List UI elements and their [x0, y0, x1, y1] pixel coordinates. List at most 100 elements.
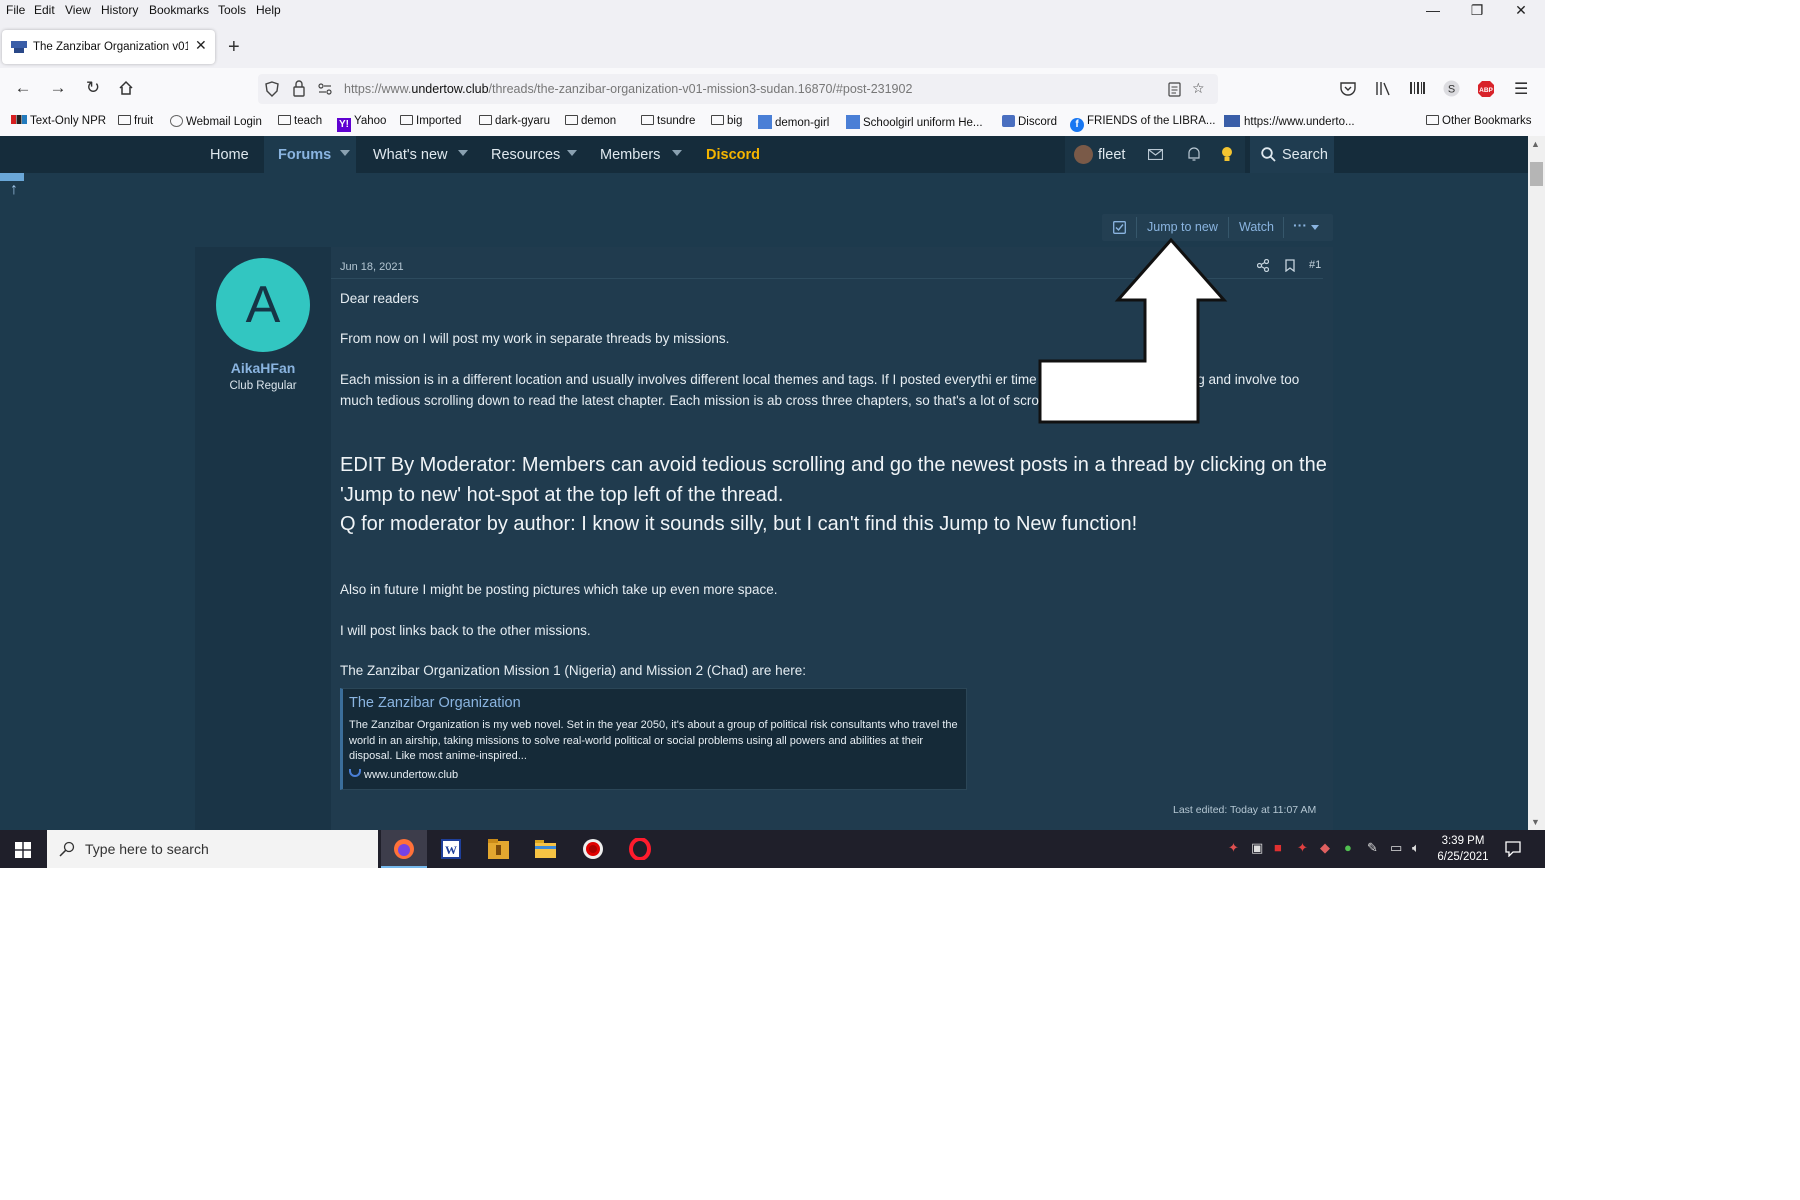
url-bar[interactable]: https://www.undertow.club/threads/the-za…: [258, 74, 1218, 104]
menu-file[interactable]: File: [6, 3, 25, 17]
post-username[interactable]: AikaHFan: [195, 360, 331, 376]
permissions-icon[interactable]: [318, 83, 332, 95]
forums-dropdown-caret[interactable]: [340, 150, 350, 156]
bookmark-star-icon[interactable]: ☆: [1192, 80, 1205, 97]
tab-close-icon[interactable]: ✕: [195, 37, 207, 54]
nav-whats-new[interactable]: What's new: [373, 147, 448, 163]
back-icon[interactable]: ←: [12, 78, 34, 98]
members-dropdown-caret[interactable]: [672, 150, 682, 156]
bookmark-item[interactable]: Webmail Login: [170, 115, 262, 128]
barcode-icon[interactable]: [1409, 81, 1426, 95]
library-icon[interactable]: [1375, 81, 1391, 96]
taskbar-app-word[interactable]: W: [428, 830, 474, 868]
bell-icon[interactable]: [1187, 147, 1201, 162]
scroll-down-icon[interactable]: ▼: [1531, 817, 1540, 827]
extension-s-icon[interactable]: S: [1443, 80, 1460, 97]
taskbar-app-archive[interactable]: [475, 830, 521, 868]
window-close-button[interactable]: ✕: [1511, 2, 1531, 19]
nav-resources[interactable]: Resources: [491, 147, 560, 163]
bookmark-folder[interactable]: dark-gyaru: [479, 115, 550, 127]
pocket-icon[interactable]: [1340, 81, 1356, 96]
restore-button[interactable]: ❐: [1467, 2, 1487, 19]
search-icon[interactable]: [1261, 147, 1276, 162]
resources-dropdown-caret[interactable]: [567, 150, 577, 156]
tray-app-icon[interactable]: ✦: [1228, 840, 1239, 856]
reader-view-icon[interactable]: [1168, 82, 1181, 97]
taskbar-app-record[interactable]: [570, 830, 616, 868]
user-name[interactable]: fleet: [1098, 147, 1125, 163]
bookmark-item[interactable]: Discord: [1002, 115, 1057, 128]
taskbar-clock[interactable]: 3:39 PM 6/25/2021: [1437, 833, 1489, 865]
scrollbar-thumb[interactable]: [1530, 162, 1543, 186]
bookmark-item[interactable]: demon-girl: [758, 115, 829, 129]
tray-app-icon[interactable]: ▣: [1251, 840, 1263, 856]
tray-app-icon[interactable]: ✦: [1297, 840, 1308, 856]
other-bookmarks[interactable]: Other Bookmarks: [1426, 115, 1531, 127]
jump-to-new-button[interactable]: Jump to new: [1147, 220, 1218, 234]
bookmark-item[interactable]: f FRIENDS of the LIBRA...: [1070, 115, 1215, 132]
taskbar-app-firefox[interactable]: [381, 830, 427, 868]
post-number[interactable]: #1: [1309, 259, 1321, 271]
taskbar-app-file-explorer[interactable]: [522, 830, 568, 868]
tray-app-icon[interactable]: ■: [1274, 840, 1282, 855]
search-button[interactable]: Search: [1282, 147, 1328, 163]
post-date[interactable]: Jun 18, 2021: [340, 261, 404, 273]
nav-home[interactable]: Home: [210, 147, 249, 163]
bookmark-item[interactable]: Y! Yahoo: [337, 115, 386, 132]
bookmark-folder[interactable]: teach: [278, 115, 322, 127]
bookmark-folder[interactable]: tsundre: [641, 115, 695, 127]
reload-icon[interactable]: ↻: [82, 78, 104, 98]
hamburger-menu-icon[interactable]: ☰: [1514, 79, 1528, 99]
shield-icon[interactable]: [265, 81, 279, 97]
bookmark-folder[interactable]: Imported: [400, 115, 461, 127]
user-avatar[interactable]: [1074, 145, 1093, 164]
link-preview[interactable]: The Zanzibar Organization The Zanzibar O…: [340, 688, 967, 790]
bookmark-folder[interactable]: big: [711, 115, 742, 127]
whats-new-dropdown-caret[interactable]: [458, 150, 468, 156]
menu-history[interactable]: History: [101, 3, 138, 17]
taskbar-search-input[interactable]: Type here to search: [47, 830, 378, 868]
menu-help[interactable]: Help: [256, 3, 281, 17]
adblock-plus-icon[interactable]: ABP: [1477, 80, 1495, 98]
new-tab-button[interactable]: +: [228, 36, 240, 59]
taskbar-app-opera[interactable]: [617, 830, 663, 868]
nav-members[interactable]: Members: [600, 147, 660, 163]
bookmark-folder[interactable]: demon: [565, 115, 616, 127]
forward-icon[interactable]: →: [47, 78, 69, 98]
bookmark-item[interactable]: Schoolgirl uniform He...: [846, 115, 983, 129]
tab-active[interactable]: The Zanzibar Organization v01 I ✕: [2, 30, 215, 64]
notifications-icon[interactable]: [1505, 841, 1521, 857]
bookmark-item[interactable]: Text-Only NPR: [11, 115, 106, 127]
windows-start-icon[interactable]: [15, 842, 31, 858]
more-caret-icon[interactable]: [1311, 225, 1319, 230]
tray-app-icon[interactable]: ●: [1344, 840, 1352, 855]
minimize-button[interactable]: —: [1423, 2, 1443, 18]
scroll-up-icon[interactable]: ▲: [1531, 139, 1540, 149]
avatar[interactable]: A: [216, 258, 310, 352]
tray-app-icon[interactable]: ✎: [1367, 840, 1378, 856]
bookmark-item[interactable]: https://www.underto...: [1224, 115, 1355, 128]
volume-icon[interactable]: 🔈︎: [1412, 840, 1420, 856]
folder-icon: [400, 115, 413, 125]
more-options-button[interactable]: ···: [1293, 217, 1307, 233]
bookmark-folder[interactable]: fruit: [118, 115, 153, 127]
tray-app-icon[interactable]: ◆: [1320, 840, 1330, 856]
share-icon[interactable]: [1257, 259, 1269, 272]
menu-bookmarks[interactable]: Bookmarks: [149, 3, 209, 17]
menu-tools[interactable]: Tools: [218, 3, 246, 17]
lightbulb-icon[interactable]: [1221, 146, 1233, 163]
envelope-icon[interactable]: [1148, 149, 1163, 160]
nav-discord[interactable]: Discord: [706, 147, 760, 163]
link-preview-title[interactable]: The Zanzibar Organization: [349, 695, 521, 711]
menu-view[interactable]: View: [65, 3, 91, 17]
network-icon[interactable]: ▭: [1390, 840, 1402, 856]
menu-edit[interactable]: Edit: [34, 3, 55, 17]
bookmark-icon[interactable]: [1285, 259, 1295, 272]
watch-button[interactable]: Watch: [1239, 220, 1274, 234]
lock-icon[interactable]: [293, 80, 305, 97]
home-icon[interactable]: [118, 80, 134, 96]
scroll-top-icon[interactable]: ↑: [10, 181, 18, 199]
checkbox-icon[interactable]: [1113, 221, 1126, 234]
scrollbar-track[interactable]: [1528, 136, 1545, 830]
nav-forums[interactable]: Forums: [278, 147, 331, 163]
